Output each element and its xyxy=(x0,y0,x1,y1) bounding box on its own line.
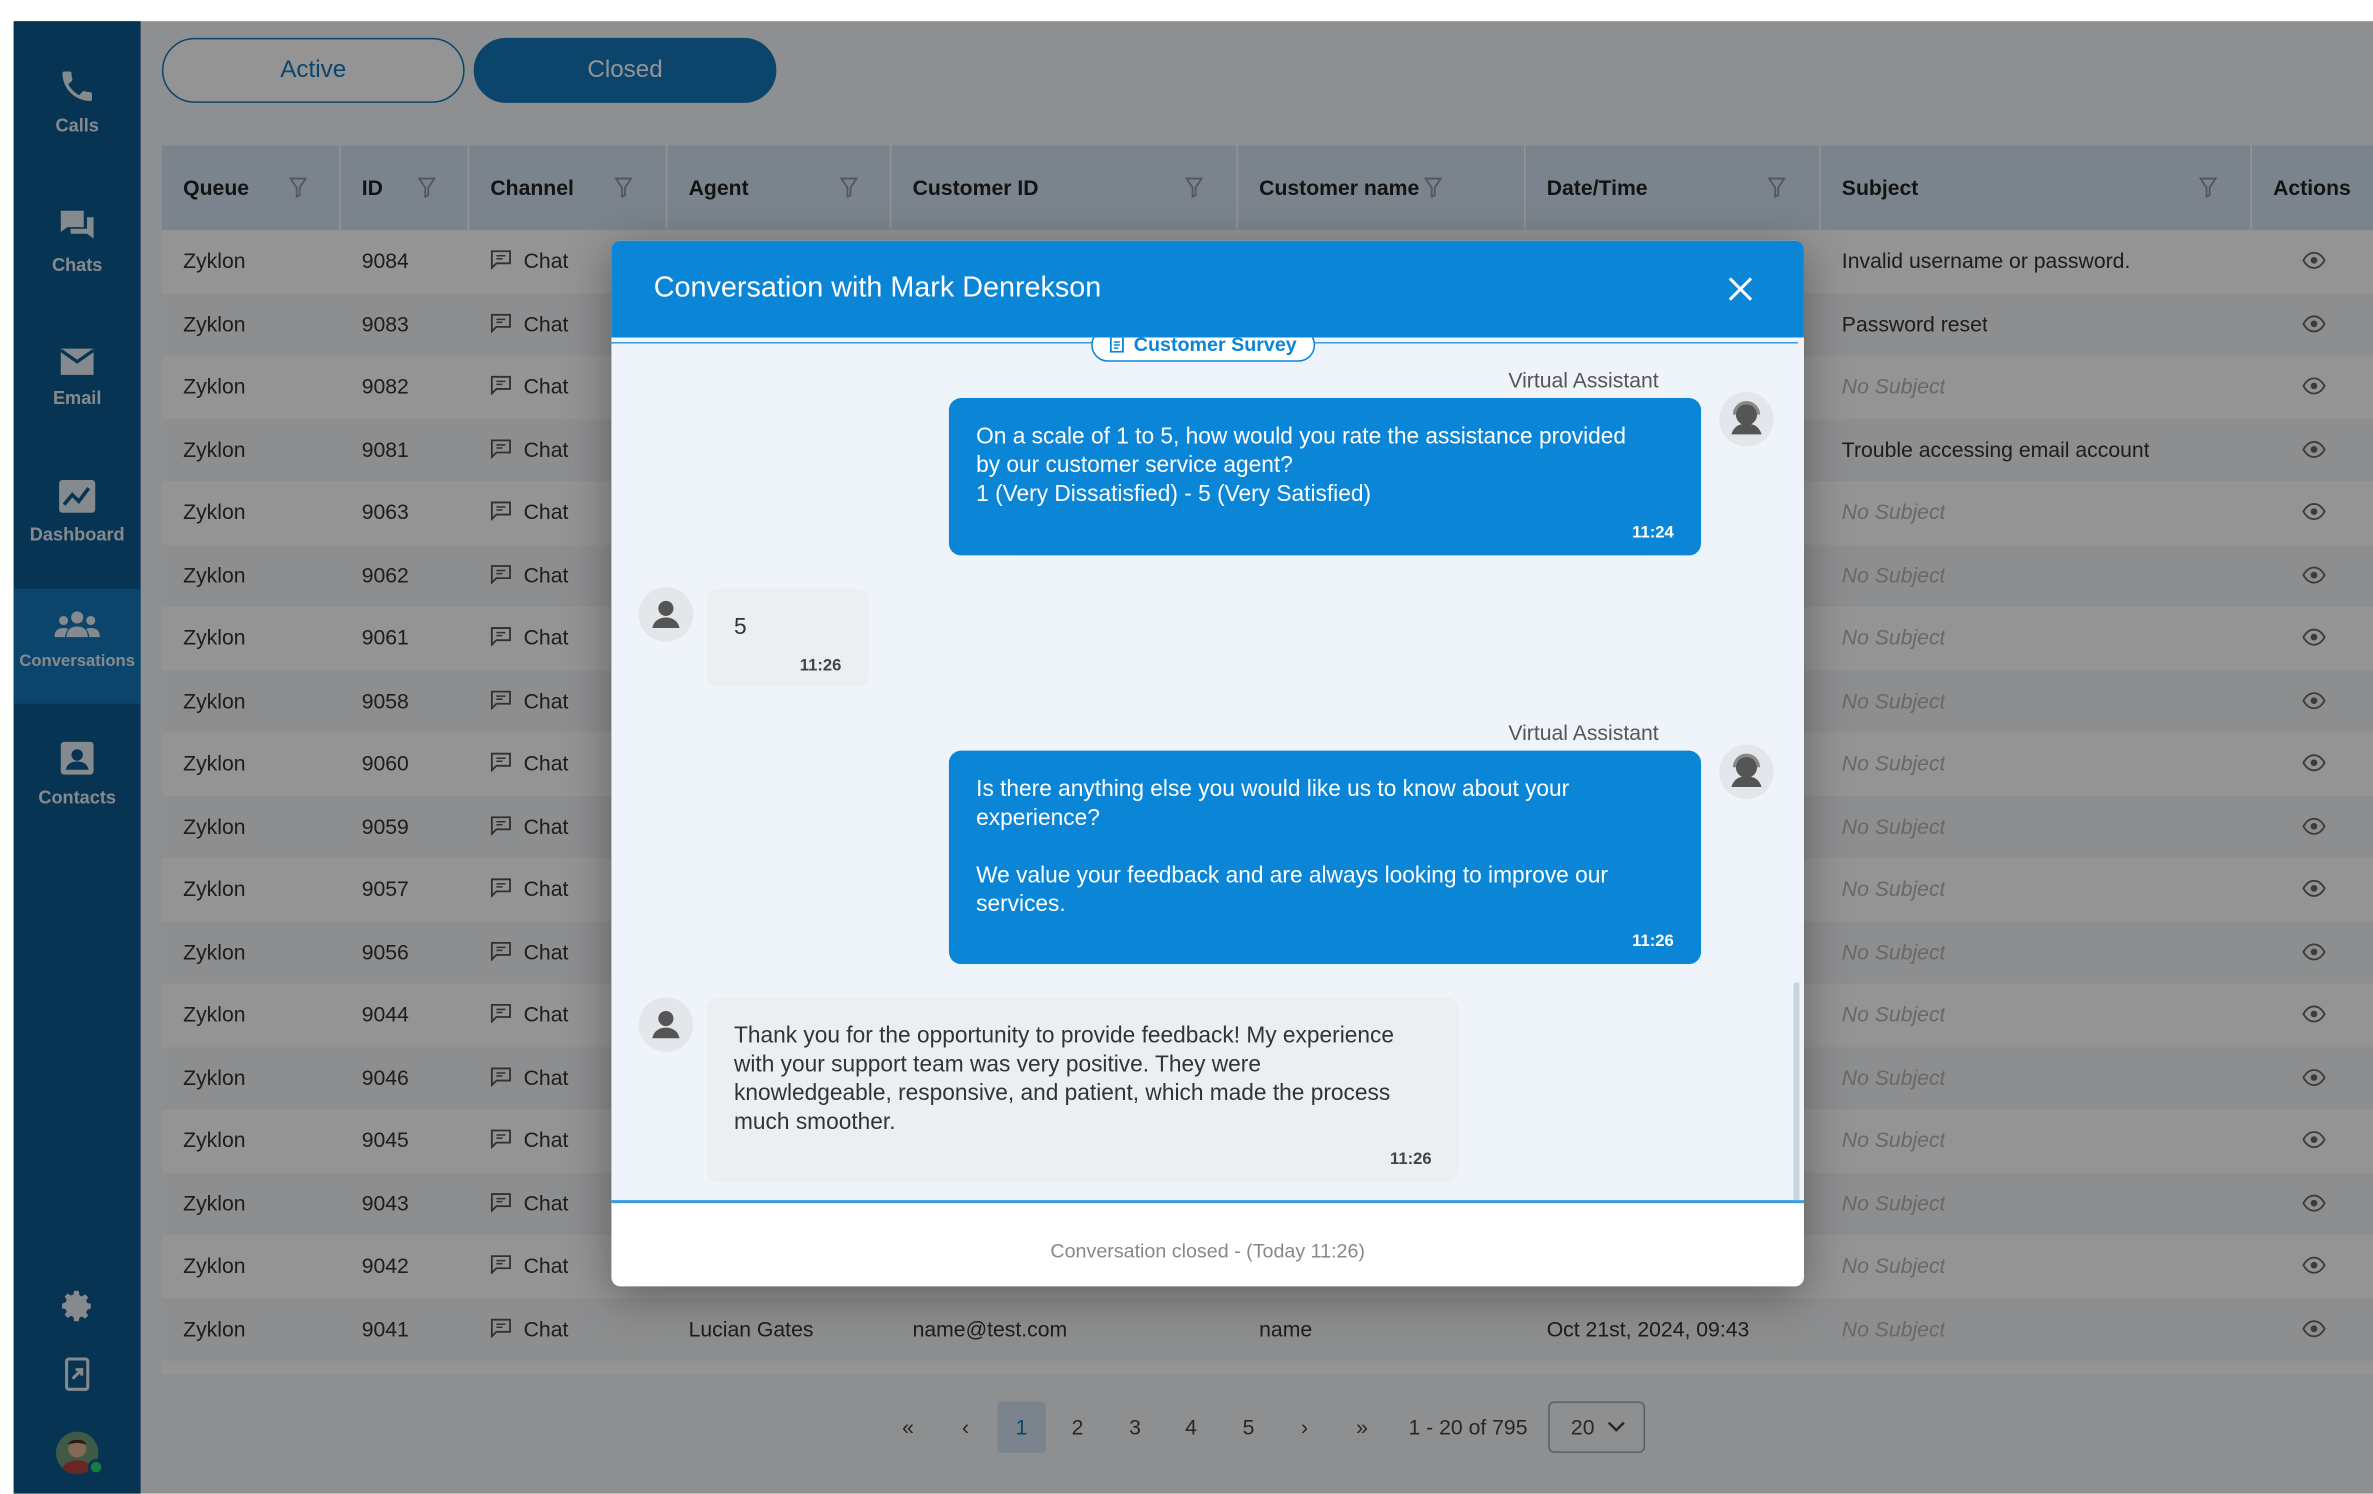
customer-avatar xyxy=(638,587,694,642)
message-line: by our customer service agent? xyxy=(976,452,1293,479)
message-bubble-incoming: 5 11:26 xyxy=(706,588,869,688)
message-line: much smoother. xyxy=(733,1109,896,1136)
conversation-modal: Conversation with Mark Denrekson Custome… xyxy=(611,240,1804,1287)
conversation-closed-note: Conversation closed - (Today 11:26) xyxy=(1050,1239,1365,1263)
message-line: knowledgeable, responsive, and patient, … xyxy=(733,1080,1391,1107)
message-time: 11:24 xyxy=(1632,523,1674,542)
survey-tag-label: Customer Survey xyxy=(1133,337,1297,356)
app-root: Calls Chats Email Dashboard Conversation… xyxy=(0,0,2373,1494)
message-time: 11:26 xyxy=(1390,1150,1432,1169)
message-bubble-outgoing: On a scale of 1 to 5, how would you rate… xyxy=(948,398,1702,556)
customer-survey-tag: Customer Survey xyxy=(1091,337,1316,362)
message-line: 1 (Very Dissatisfied) - 5 (Very Satisfie… xyxy=(976,481,1372,507)
message-bubble-incoming: Thank you for the opportunity to provide… xyxy=(706,997,1459,1182)
modal-header: Conversation with Mark Denrekson xyxy=(611,240,1804,338)
message-line xyxy=(976,832,1674,861)
modal-title: Conversation with Mark Denrekson xyxy=(653,272,1102,305)
message-bubble-outgoing: Is there anything else you would like us… xyxy=(948,750,1702,965)
message-line: experience? xyxy=(976,805,1100,831)
message-time: 11:26 xyxy=(799,656,842,675)
virtual-assistant-avatar xyxy=(1719,391,1774,447)
message-line: services. xyxy=(976,891,1066,918)
message-line: Thank you for the opportunity to provide… xyxy=(733,1023,1394,1049)
message-line: with your support team was very positive… xyxy=(733,1051,1261,1078)
message-line: On a scale of 1 to 5, how would you rate… xyxy=(976,423,1627,450)
customer-avatar xyxy=(638,997,694,1052)
document-icon xyxy=(1110,337,1125,353)
message-line: We value your feedback and are always lo… xyxy=(976,862,1608,889)
message-line: Is there anything else you would like us… xyxy=(976,776,1570,803)
chat-transcript[interactable]: Customer Survey Virtual Assistant On a s… xyxy=(611,337,1804,1204)
message-time: 11:26 xyxy=(1632,932,1674,951)
message-sender: Virtual Assistant xyxy=(1508,367,1659,392)
close-icon[interactable] xyxy=(1725,274,1755,304)
message-sender: Virtual Assistant xyxy=(1508,720,1659,745)
chat-scrollbar[interactable] xyxy=(1793,982,1800,1201)
message-line: 5 xyxy=(733,614,747,641)
virtual-assistant-avatar xyxy=(1719,744,1774,800)
